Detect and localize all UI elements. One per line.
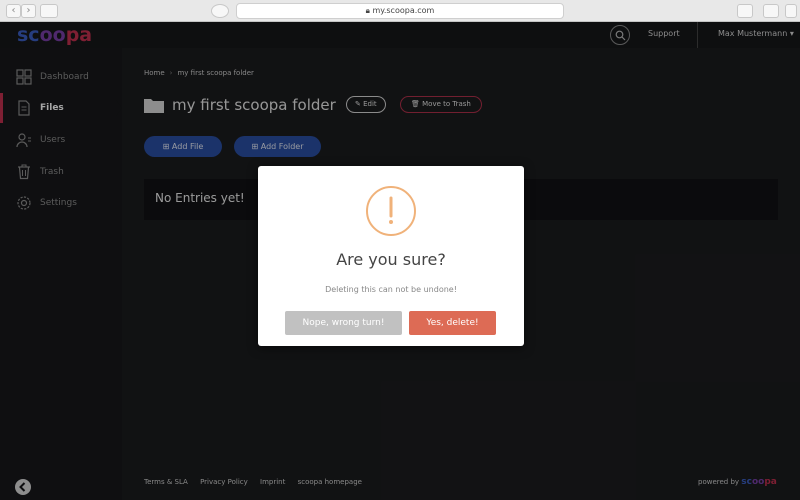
lock-icon: 🔒︎ xyxy=(365,6,370,15)
address-bar[interactable]: 🔒︎ my.scoopa.com xyxy=(236,3,564,19)
share-icon[interactable] xyxy=(737,4,753,18)
reader-icon[interactable] xyxy=(211,4,229,18)
new-tab-icon[interactable] xyxy=(785,4,797,18)
browser-back-button[interactable]: ‹ xyxy=(6,4,21,18)
tabs-icon[interactable] xyxy=(763,4,779,18)
confirm-delete-button[interactable]: Yes, delete! xyxy=(409,311,496,335)
dialog-title: Are you sure? xyxy=(336,250,446,269)
confirm-dialog: Are you sure? Deleting this can not be u… xyxy=(258,166,524,346)
browser-forward-button[interactable]: › xyxy=(21,4,36,18)
dialog-message: Deleting this can not be undone! xyxy=(325,285,457,294)
sidebar-toggle-icon[interactable] xyxy=(40,4,58,18)
warning-icon xyxy=(366,186,416,236)
browser-toolbar: ‹ › 🔒︎ my.scoopa.com xyxy=(0,0,800,22)
url-text: my.scoopa.com xyxy=(372,6,435,15)
cancel-button[interactable]: Nope, wrong turn! xyxy=(285,311,402,335)
